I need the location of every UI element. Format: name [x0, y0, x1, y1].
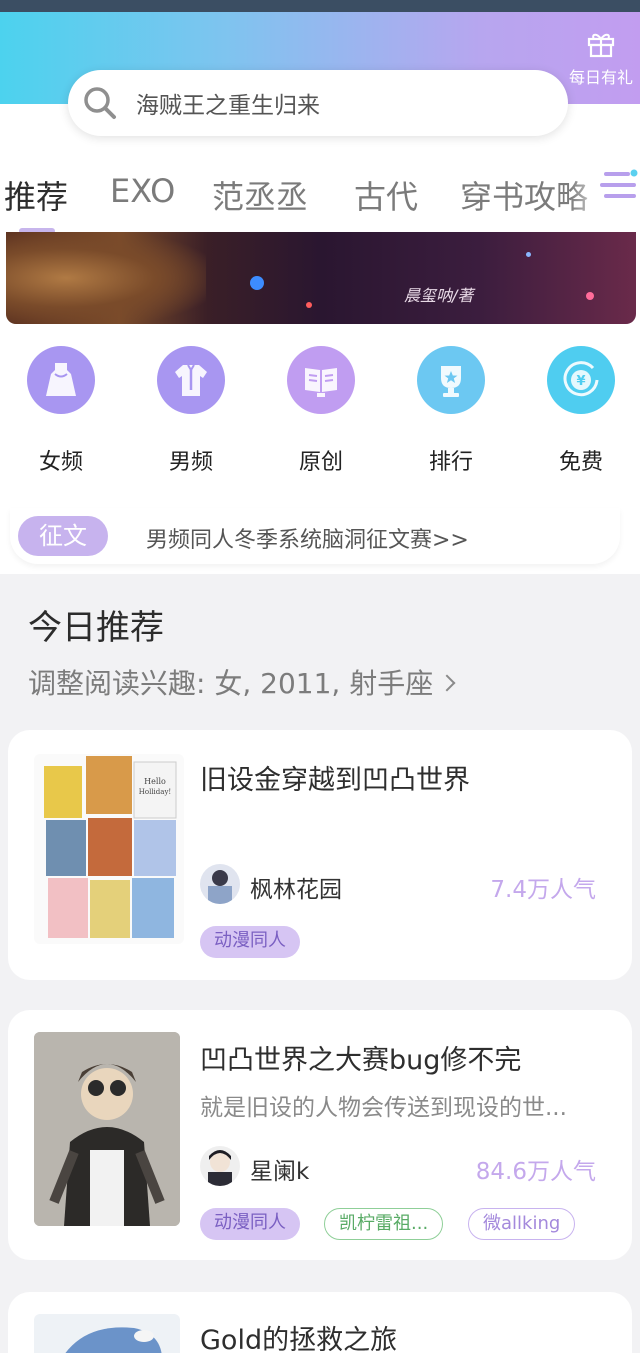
trophy-icon [417, 346, 485, 414]
tab-exo[interactable]: EXO [110, 172, 175, 210]
section-title: 今日推荐 [28, 608, 164, 648]
book-icon [287, 346, 355, 414]
category-label: 女频 [38, 450, 83, 475]
search-icon [84, 87, 116, 119]
book-card[interactable]: Hello Holliday! 旧设金穿越到凹凸世界 枫林花园 7.4万人气 动… [8, 730, 632, 980]
banner-light [526, 252, 531, 257]
author-avatar[interactable] [200, 1146, 240, 1186]
banner-figure [6, 232, 206, 324]
book-tag[interactable]: 动漫同人 [200, 1208, 300, 1240]
banner-light [306, 302, 312, 308]
book-tag[interactable]: 动漫同人 [200, 926, 300, 958]
banner-light [250, 276, 264, 290]
menu-icon[interactable] [600, 168, 638, 204]
banner-author: 晨玺呐/著 [404, 286, 474, 305]
contest-banner[interactable]: 征文 男频同人冬季系统脑洞征文赛>> [10, 508, 620, 564]
category-label: 原创 [298, 450, 343, 475]
interest-text: 调整阅读兴趣: 女, 2011, 射手座 [28, 667, 434, 700]
book-cover: Hello Holliday! [34, 754, 184, 944]
book-title: Gold的拯救之旅 [200, 1325, 398, 1353]
svg-text:¥: ¥ [576, 374, 585, 389]
category-tabs: 推荐 EXO 范丞丞 古代 穿书攻略 [0, 164, 640, 234]
search-placeholder: 海贼王之重生归来 [136, 93, 320, 119]
category-original[interactable]: 原创 [266, 346, 376, 476]
gift-icon [587, 33, 615, 58]
category-label: 免费 [558, 450, 603, 475]
category-label: 排行 [428, 450, 473, 475]
book-tag[interactable]: 凯柠雷祖... [324, 1208, 444, 1240]
shirt-icon [157, 346, 225, 414]
daily-gift-button[interactable]: 每日有礼 [562, 22, 640, 102]
popularity-count: 84.6万人气 [475, 1159, 596, 1185]
yuan-coin-icon: ¥ [547, 346, 615, 414]
contest-text: 男频同人冬季系统脑洞征文赛>> [146, 528, 469, 553]
tab-book-transmigration[interactable]: 穿书攻略 [460, 172, 588, 218]
search-bar[interactable]: 海贼王之重生归来 [68, 70, 568, 136]
banner-light [586, 292, 594, 300]
category-label: 男频 [168, 450, 213, 475]
book-description: 就是旧设的人物会传送到现设的世... [200, 1095, 567, 1121]
author-avatar[interactable] [200, 864, 240, 904]
book-title: 旧设金穿越到凹凸世界 [200, 765, 470, 796]
gift-label: 每日有礼 [568, 68, 633, 87]
adjust-interest-link[interactable]: 调整阅读兴趣: 女, 2011, 射手座 [28, 662, 456, 702]
author-name[interactable]: 星阑k [250, 1152, 309, 1186]
svg-text:Hello: Hello [144, 777, 166, 786]
popularity-count: 7.4万人气 [490, 877, 596, 903]
tab-ancient[interactable]: 古代 [354, 172, 418, 218]
book-cover [34, 1314, 180, 1353]
svg-text:Holliday!: Holliday! [139, 788, 171, 796]
book-card[interactable]: Gold的拯救之旅 [8, 1292, 632, 1353]
chevron-right-icon [438, 674, 456, 692]
category-male[interactable]: 男频 [136, 346, 246, 476]
category-female[interactable]: 女频 [6, 346, 116, 476]
contest-badge: 征文 [18, 516, 108, 556]
status-bar [0, 0, 640, 12]
tab-recommend[interactable]: 推荐 [4, 172, 68, 218]
book-tag[interactable]: 微allking [468, 1208, 576, 1240]
tab-fan-chengcheng[interactable]: 范丞丞 [212, 172, 308, 218]
category-ranking[interactable]: 排行 [396, 346, 506, 476]
book-title: 凹凸世界之大赛bug修不完 [200, 1045, 522, 1076]
dress-icon [27, 346, 95, 414]
category-free[interactable]: ¥ 免费 [526, 346, 636, 476]
book-card[interactable]: 凹凸世界之大赛bug修不完 就是旧设的人物会传送到现设的世... 星阑k 84.… [8, 1010, 632, 1260]
book-cover [34, 1032, 180, 1226]
author-name[interactable]: 枫林花园 [250, 870, 342, 904]
promo-banner[interactable]: 晨玺呐/著 [6, 232, 636, 324]
